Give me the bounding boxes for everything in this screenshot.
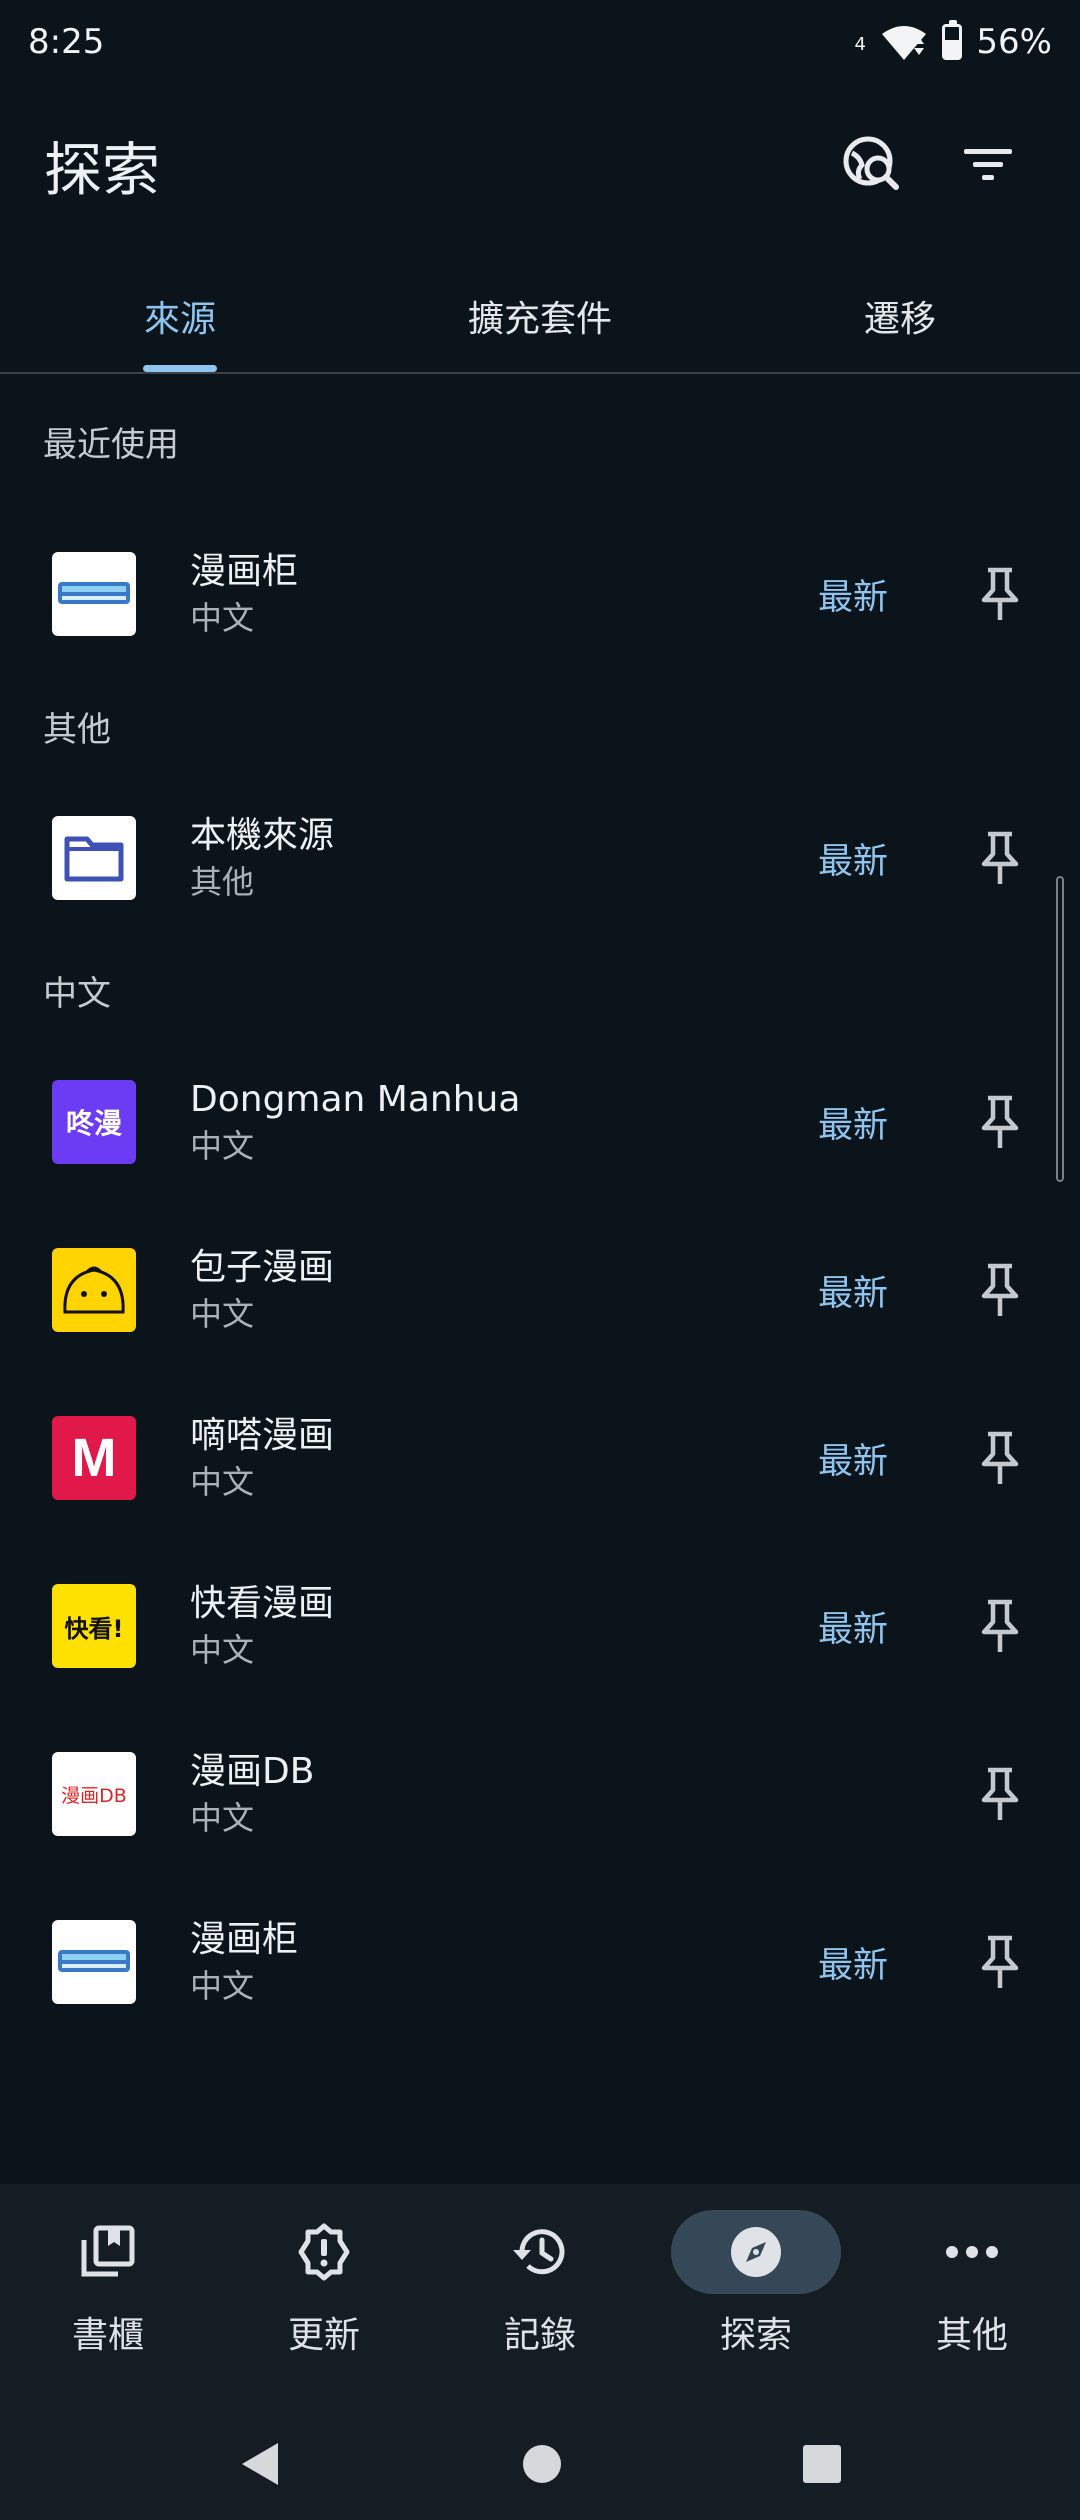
filter-button[interactable] — [940, 117, 1036, 213]
pin-button[interactable] — [964, 558, 1036, 630]
source-language: 中文 — [190, 1463, 255, 1501]
source-row[interactable]: M 嘀嗒漫画 中文 最新 — [0, 1374, 1080, 1542]
nav-more[interactable]: 其他 — [864, 2184, 1080, 2408]
baozi-logo — [52, 1248, 136, 1332]
section-header-chinese: 中文 — [43, 973, 111, 1014]
pin-button[interactable] — [964, 822, 1036, 894]
source-name: 漫画柜 — [190, 551, 299, 592]
status-bar: 8:25 4 56% — [0, 0, 1080, 84]
source-name: 嘀嗒漫画 — [190, 1415, 335, 1456]
source-language: 中文 — [190, 599, 255, 637]
pin-icon — [981, 1935, 1019, 1988]
nav-updates[interactable]: 更新 — [216, 2184, 432, 2408]
pin-icon — [981, 1431, 1019, 1484]
kuaikan-logo: 快看! — [52, 1584, 136, 1668]
nav-label: 更新 — [287, 2315, 360, 2356]
source-language: 中文 — [190, 1295, 255, 1333]
source-name: Dongman Manhua — [190, 1079, 521, 1120]
system-navigation-bar — [0, 2408, 1080, 2520]
status-icons: 4 56% — [855, 20, 1052, 62]
compass-icon — [731, 2227, 781, 2277]
latest-button[interactable]: 最新 — [778, 1601, 928, 1652]
nav-history[interactable]: 記錄 — [432, 2184, 648, 2408]
latest-button[interactable]: 最新 — [778, 1097, 928, 1148]
bottom-navigation: 書櫃 更新 記錄 探索 其他 — [0, 2184, 1080, 2408]
latest-button[interactable]: 最新 — [778, 833, 928, 884]
pin-button[interactable] — [964, 1758, 1036, 1830]
scrollbar[interactable] — [1056, 876, 1064, 1182]
recents-icon[interactable] — [802, 2444, 842, 2484]
source-row[interactable]: 本機來源 其他 最新 — [0, 774, 1080, 942]
source-name: 本機來源 — [190, 815, 335, 856]
history-icon — [513, 2229, 565, 2275]
nav-browse[interactable]: 探索 — [648, 2184, 864, 2408]
pin-button[interactable] — [964, 1926, 1036, 1998]
more-icon — [946, 2246, 998, 2258]
battery-percent: 56% — [976, 22, 1052, 62]
wifi-icon — [882, 26, 927, 60]
source-language: 中文 — [190, 1799, 255, 1837]
filter-icon — [964, 149, 1012, 180]
latest-button[interactable]: 最新 — [778, 1937, 928, 1988]
dongman-logo: 咚漫 — [52, 1080, 136, 1164]
pin-button[interactable] — [964, 1254, 1036, 1326]
tab-bar: 來源 擴充套件 遷移 — [0, 260, 1080, 374]
pin-icon — [981, 1599, 1019, 1652]
source-language: 中文 — [190, 1127, 255, 1165]
manhuadb-logo: 漫画DB — [52, 1752, 136, 1836]
home-icon[interactable] — [522, 2444, 562, 2484]
library-icon — [81, 2225, 135, 2277]
pin-icon — [981, 1095, 1019, 1148]
battery-icon — [942, 20, 963, 60]
pin-button[interactable] — [964, 1422, 1036, 1494]
source-name: 漫画柜 — [190, 1919, 299, 1960]
top-app-bar: 探索 — [0, 100, 1080, 230]
manhuagui-logo — [52, 1920, 136, 2004]
folder-icon — [52, 816, 136, 900]
nav-library[interactable]: 書櫃 — [0, 2184, 216, 2408]
status-time: 8:25 — [28, 22, 105, 62]
pin-icon — [981, 1263, 1019, 1316]
nav-label: 記錄 — [503, 2315, 576, 2356]
tab-sources[interactable]: 來源 — [0, 260, 360, 372]
dida-logo: M — [52, 1416, 136, 1500]
nav-label: 書櫃 — [71, 2315, 144, 2356]
tab-migration[interactable]: 遷移 — [720, 260, 1080, 372]
nav-label: 探索 — [719, 2315, 792, 2356]
source-language: 中文 — [190, 1631, 255, 1669]
source-row[interactable]: 漫画柜 中文 最新 — [0, 510, 1080, 678]
source-language: 其他 — [190, 863, 255, 901]
pin-button[interactable] — [964, 1086, 1036, 1158]
source-row[interactable]: 咚漫 Dongman Manhua 中文 最新 — [0, 1038, 1080, 1206]
tab-extensions[interactable]: 擴充套件 — [360, 260, 720, 372]
latest-button[interactable]: 最新 — [778, 1265, 928, 1316]
back-icon[interactable] — [238, 2439, 282, 2489]
section-header-other: 其他 — [43, 709, 111, 750]
latest-button[interactable]: 最新 — [778, 569, 928, 620]
source-row[interactable]: 漫画柜 中文 最新 — [0, 1878, 1080, 2046]
section-header-recent: 最近使用 — [43, 424, 179, 465]
source-name: 快看漫画 — [190, 1583, 335, 1624]
network-type: 4 — [854, 34, 866, 55]
source-language: 中文 — [190, 1967, 255, 2005]
nav-label: 其他 — [935, 2315, 1008, 2356]
source-name: 漫画DB — [190, 1751, 315, 1792]
source-name: 包子漫画 — [190, 1247, 335, 1288]
pin-icon — [981, 831, 1019, 884]
pin-icon — [981, 567, 1019, 620]
global-search-button[interactable] — [824, 117, 920, 213]
pin-icon — [981, 1767, 1019, 1820]
latest-button[interactable]: 最新 — [778, 1433, 928, 1484]
page-title: 探索 — [44, 136, 161, 204]
source-list: 最近使用 漫画柜 中文 最新 其他 本機來源 其他 最新 中文 咚漫 Dongm… — [0, 372, 1080, 2046]
pin-button[interactable] — [964, 1590, 1036, 1662]
alert-badge-icon — [298, 2223, 350, 2281]
source-row[interactable]: 包子漫画 中文 最新 — [0, 1206, 1080, 1374]
source-row[interactable]: 漫画DB 漫画DB 中文 — [0, 1710, 1080, 1878]
source-row[interactable]: 快看! 快看漫画 中文 最新 — [0, 1542, 1080, 1710]
manhuagui-logo — [52, 552, 136, 636]
globe-search-icon — [843, 136, 899, 190]
